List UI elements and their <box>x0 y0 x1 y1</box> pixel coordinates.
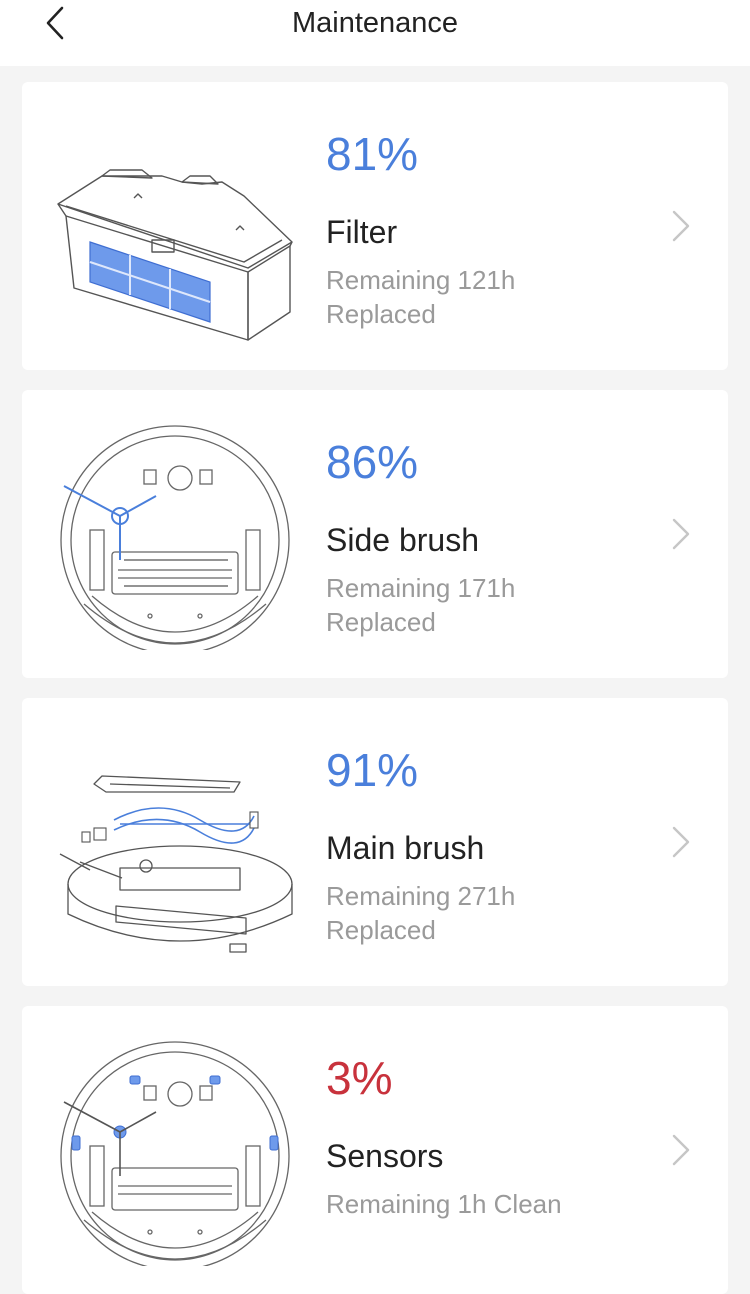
chevron-right-icon <box>672 210 690 242</box>
filter-name: Filter <box>326 214 398 250</box>
maintenance-item-filter[interactable]: 81% Filter Remaining 121h Replaced <box>22 82 728 370</box>
chevron-right-icon <box>672 518 690 550</box>
maintenance-item-main-brush[interactable]: 91% Main brush Remaining 271h Replaced <box>22 698 728 986</box>
filter-status: Replaced <box>326 299 436 329</box>
filter-remaining: Remaining 121h <box>326 265 516 295</box>
chevron-right-icon <box>672 826 690 858</box>
sensors-icon <box>50 1036 300 1271</box>
chevron-right-icon <box>672 1134 690 1166</box>
filter-percent: 81% <box>326 128 419 180</box>
main-brush-icon <box>50 728 300 958</box>
sensors-remaining: Remaining 1h Clean <box>326 1189 562 1219</box>
chevron-left-icon <box>46 6 64 40</box>
back-button[interactable] <box>30 0 80 46</box>
main-brush-percent: 91% <box>326 744 419 796</box>
sensors-percent: 3% <box>326 1052 393 1104</box>
side-brush-name: Side brush <box>326 522 479 558</box>
main-brush-status: Replaced <box>326 915 436 945</box>
maintenance-item-side-brush[interactable]: 86% Side brush Remaining 171h Replaced <box>22 390 728 678</box>
main-brush-name: Main brush <box>326 830 485 866</box>
filter-icon <box>50 112 300 342</box>
side-brush-icon <box>50 420 300 655</box>
maintenance-item-sensors[interactable]: 3% Sensors Remaining 1h Clean <box>22 1006 728 1294</box>
page-title: Maintenance <box>291 7 459 39</box>
side-brush-remaining: Remaining 171h <box>326 573 516 603</box>
side-brush-status: Replaced <box>326 607 436 637</box>
main-brush-remaining: Remaining 271h <box>326 881 516 911</box>
sensors-name: Sensors <box>326 1138 444 1174</box>
nav-bar: Maintenance <box>0 0 750 66</box>
side-brush-percent: 86% <box>326 436 419 488</box>
